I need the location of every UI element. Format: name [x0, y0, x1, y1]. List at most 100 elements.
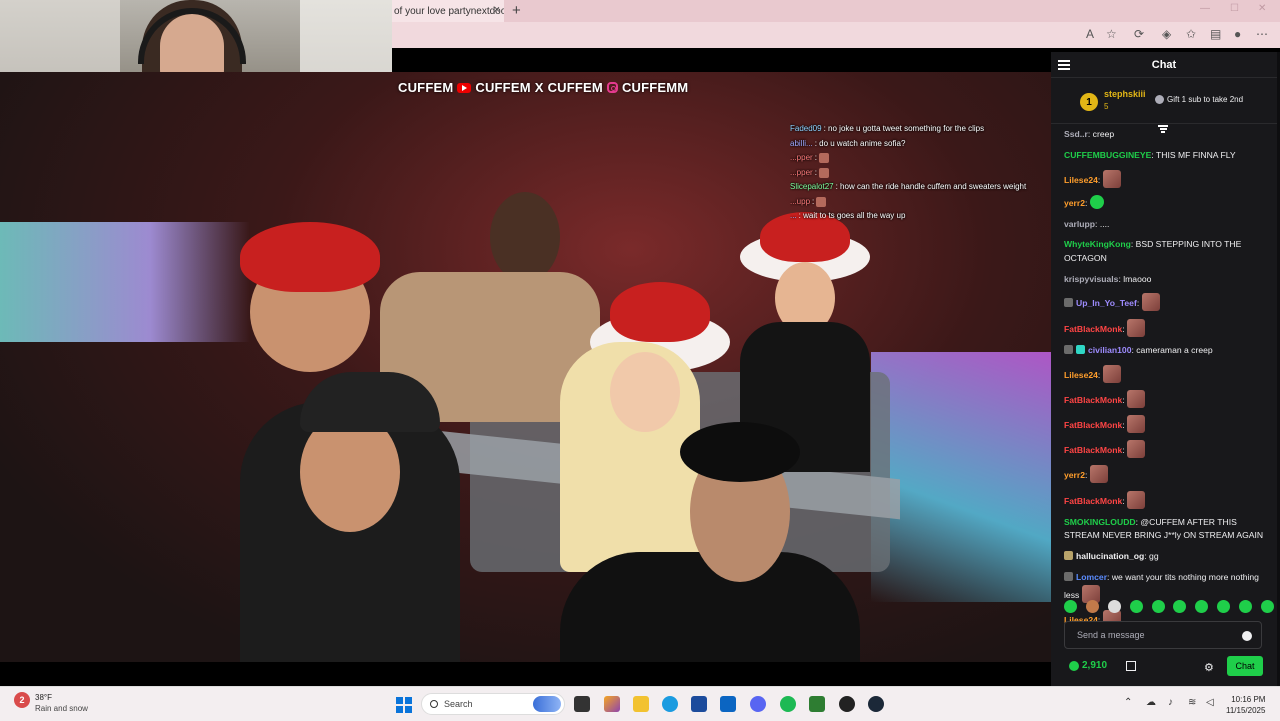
chat-message[interactable]: civilian100: cameraman a creep — [1064, 344, 1272, 358]
chat-username[interactable]: Lilese24 — [1064, 175, 1098, 185]
task-view-icon[interactable] — [574, 696, 590, 712]
chat-message[interactable]: FatBlackMonk: — [1064, 440, 1272, 459]
sub-leaderboard-banner[interactable]: 1 stephskiii 5 Gift 1 sub to take 2nd — [1051, 79, 1277, 124]
overlay-chat-line: ...pper: — [790, 151, 1050, 166]
minimize-icon[interactable]: — — [1200, 3, 1210, 14]
mail-icon[interactable] — [720, 696, 736, 712]
chat-message[interactable]: FatBlackMonk: — [1064, 318, 1272, 337]
chat-message[interactable]: yerr2: — [1064, 194, 1272, 211]
chat-username[interactable]: SMOKINGLOUDD — [1064, 517, 1136, 527]
chat-username[interactable]: WhyteKingKong — [1064, 239, 1131, 249]
emote-icon[interactable] — [1260, 600, 1274, 613]
extensions-icon[interactable]: ◈ — [1162, 27, 1171, 41]
spotify-icon[interactable] — [780, 696, 796, 712]
microphone-icon[interactable]: ♪ — [1168, 697, 1173, 708]
chat-username[interactable]: Lilese24 — [1064, 370, 1098, 380]
app-icon[interactable] — [809, 696, 825, 712]
chat-send-button[interactable]: Chat — [1227, 656, 1263, 676]
steam-icon[interactable] — [868, 696, 884, 712]
chat-username[interactable]: FatBlackMonk — [1064, 496, 1122, 506]
chat-username[interactable]: Up_In_Yo_Teef — [1076, 298, 1137, 308]
emote-icon[interactable] — [1085, 600, 1099, 613]
emote-icon[interactable] — [1107, 600, 1121, 613]
wifi-icon[interactable]: ≋ — [1188, 697, 1196, 708]
emote-icon[interactable] — [1064, 600, 1077, 613]
chat-message[interactable]: hallucination_og: gg — [1064, 550, 1272, 564]
refresh-icon[interactable]: ⟳ — [1134, 27, 1144, 41]
chat-username[interactable]: FatBlackMonk — [1064, 324, 1122, 334]
favorite-star-icon[interactable]: ☆ — [1106, 27, 1117, 41]
emote-picker-icon[interactable] — [1242, 631, 1252, 641]
emote-icon[interactable] — [1129, 600, 1143, 613]
emote-icon[interactable] — [1195, 600, 1209, 613]
chat-message-input[interactable]: Send a message — [1064, 621, 1262, 649]
overlay-chat-text: : — [812, 196, 815, 206]
emote-icon — [1089, 465, 1108, 484]
obs-icon[interactable] — [839, 696, 855, 712]
channel-points-icon — [1069, 660, 1079, 671]
browser-tab[interactable]: of your love partynextdoor × — [392, 0, 504, 22]
volume-icon[interactable]: ◁ — [1206, 697, 1214, 708]
copilot-icon[interactable] — [604, 696, 620, 712]
chat-message[interactable]: SMOKINGLOUDD: @CUFFEM AFTER THIS STREAM … — [1064, 516, 1272, 543]
chat-username[interactable]: Ssd..r — [1064, 129, 1088, 139]
tray-overflow-icon[interactable]: ⌃ — [1124, 697, 1132, 708]
chat-username[interactable]: FatBlackMonk — [1064, 395, 1122, 405]
chat-username[interactable]: civilian100 — [1088, 345, 1131, 355]
gift-box-icon[interactable] — [1126, 661, 1136, 671]
chat-message[interactable]: krispyvisuals: lmaooo — [1064, 273, 1272, 287]
chat-username[interactable]: FatBlackMonk — [1064, 445, 1122, 455]
edge-browser-icon[interactable] — [662, 696, 678, 712]
chat-settings-icon[interactable]: ⚙ — [1204, 661, 1214, 674]
file-explorer-icon[interactable] — [633, 696, 649, 712]
chat-message[interactable]: FatBlackMonk: — [1064, 490, 1272, 509]
emote-icon[interactable] — [1151, 600, 1165, 613]
chat-message[interactable]: Ssd..r: creep — [1064, 128, 1272, 142]
emote-icon[interactable] — [1173, 600, 1187, 613]
chat-message[interactable]: Lilese24: — [1064, 169, 1272, 188]
maximize-icon[interactable]: ☐ — [1230, 3, 1239, 14]
store-icon[interactable] — [691, 696, 707, 712]
system-clock[interactable]: 10:16 PM 11/15/2025 — [1226, 694, 1265, 716]
read-aloud-icon[interactable]: A — [1086, 27, 1094, 41]
chat-message[interactable]: Up_In_Yo_Teef: — [1064, 293, 1272, 312]
chat-username[interactable]: krispyvisuals — [1064, 274, 1118, 284]
chat-text: : — [1122, 495, 1125, 506]
chat-text: : gg — [1144, 551, 1159, 562]
gift-sub-prompt[interactable]: Gift 1 sub to take 2nd — [1155, 95, 1243, 104]
emote-icon[interactable] — [1239, 600, 1252, 613]
chat-message[interactable]: Lomcer: we want your tits nothing more n… — [1064, 571, 1272, 603]
chat-username[interactable]: varlupp — [1064, 219, 1095, 229]
chat-username[interactable]: CUFFEMBUGGINEYE — [1064, 150, 1151, 160]
chat-username[interactable]: FatBlackMonk — [1064, 420, 1122, 430]
favorites-icon[interactable]: ✩ — [1186, 27, 1196, 41]
profile-avatar-icon[interactable]: ● — [1234, 27, 1241, 41]
chat-text: : — [1122, 445, 1125, 456]
weather-widget[interactable]: 2 38°F Rain and snow — [14, 692, 88, 714]
chat-message[interactable]: Lilese24: — [1064, 364, 1272, 383]
chat-username[interactable]: hallucination_og — [1076, 551, 1144, 561]
discord-icon[interactable] — [750, 696, 766, 712]
search-icon — [430, 700, 438, 708]
emote-icon[interactable] — [1217, 600, 1231, 613]
chat-username[interactable]: yerr2 — [1064, 198, 1085, 208]
emote-icon — [816, 196, 827, 207]
chat-message[interactable]: FatBlackMonk: — [1064, 415, 1272, 433]
chat-message[interactable]: FatBlackMonk: — [1064, 389, 1272, 408]
chat-username[interactable]: Lomcer — [1076, 572, 1107, 582]
collapse-chat-icon[interactable] — [1058, 58, 1070, 72]
chat-username[interactable]: yerr2 — [1064, 470, 1085, 480]
channel-points[interactable]: 2,910 — [1069, 660, 1107, 671]
new-tab-button[interactable]: + — [512, 2, 521, 19]
chat-message[interactable]: yerr2: — [1064, 465, 1272, 484]
windows-start-icon[interactable] — [396, 697, 412, 713]
more-menu-icon[interactable]: ⋯ — [1256, 27, 1268, 41]
chat-message[interactable]: WhyteKingKong: BSD STEPPING INTO THE OCT… — [1064, 238, 1272, 265]
window-close-icon[interactable]: ✕ — [1258, 3, 1266, 14]
collections-icon[interactable]: ▤ — [1210, 27, 1221, 41]
chat-message[interactable]: CUFFEMBUGGINEYE: THIS MF FINNA FLY — [1064, 149, 1272, 163]
cloud-icon[interactable]: ☁ — [1146, 697, 1156, 708]
chat-message[interactable]: varlupp: .... — [1064, 218, 1272, 232]
taskbar-search[interactable]: Search — [421, 693, 565, 715]
close-tab-icon[interactable]: × — [494, 4, 500, 16]
